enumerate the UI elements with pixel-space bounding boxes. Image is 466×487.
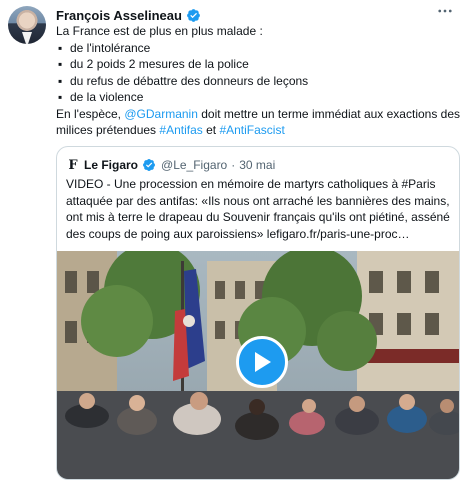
tweet-header: François Asselineau (56, 5, 201, 25)
mention-link[interactable]: @GDarmanin (124, 107, 198, 121)
text-segment: En l'espèce, (56, 106, 125, 121)
more-options-button[interactable] (436, 2, 454, 24)
more-horizontal-icon (438, 9, 452, 13)
bullet-item: de l'intolérance (56, 40, 460, 57)
hashtag-link[interactable]: #AntiFascist (219, 123, 284, 137)
play-icon (255, 352, 271, 372)
quoted-author-handle[interactable]: @Le_Figaro (161, 158, 227, 172)
avatar-shirt (22, 32, 32, 44)
verified-badge-icon (142, 158, 157, 173)
avatar[interactable] (8, 6, 46, 44)
quoted-tweet-date[interactable]: 30 mai (239, 158, 275, 172)
quoted-author-name[interactable]: Le Figaro (84, 158, 138, 172)
author-name[interactable]: François Asselineau (56, 8, 182, 23)
le-figaro-logo-icon: F (68, 157, 78, 173)
quoted-tweet[interactable]: F Le Figaro @Le_Figaro · 30 mai VIDEO - … (56, 146, 460, 480)
tweet-paragraph: En l'espèce, @GDarmanin doit mettre un t… (56, 106, 460, 139)
tweet-text: La France est de plus en plus malade : d… (56, 23, 460, 139)
tweet-intro: La France est de plus en plus malade : (56, 24, 263, 38)
play-button[interactable] (236, 336, 288, 388)
quoted-tweet-text: VIDEO - Une procession en mémoire de mar… (66, 177, 450, 241)
bullet-list: de l'intolérance du 2 poids 2 mesures de… (56, 40, 460, 106)
separator-dot: · (231, 158, 236, 172)
text-segment: et (202, 123, 220, 137)
bullet-item: du 2 poids 2 mesures de la police (56, 56, 460, 73)
bullet-item: du refus de débattre des donneurs de leç… (56, 73, 460, 90)
verified-badge-icon (186, 8, 201, 23)
bullet-item: de la violence (56, 89, 460, 106)
hashtag-link[interactable]: #Antifas (159, 123, 202, 137)
video-thumbnail[interactable] (57, 251, 459, 479)
quoted-tweet-header: F Le Figaro @Le_Figaro · 30 mai (66, 156, 275, 174)
tweet: François Asselineau La France est de plu… (0, 0, 466, 487)
